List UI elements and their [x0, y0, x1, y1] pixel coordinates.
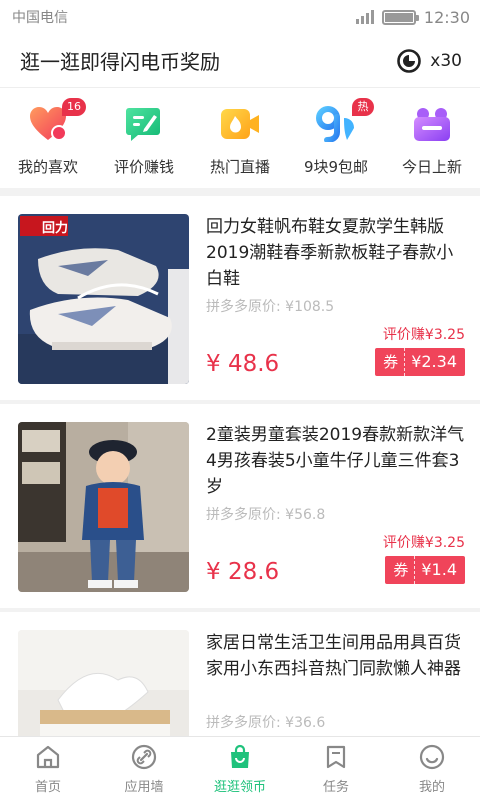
brand-logo-text: 回力 — [42, 221, 69, 236]
tab-label: 应用墙 — [124, 780, 164, 795]
tab-label: 逛逛领币 — [213, 780, 266, 795]
tab-browse-earn[interactable]: 逛逛领币 — [192, 737, 288, 800]
product-image: 回力 — [18, 214, 189, 384]
live-video-icon — [218, 102, 262, 146]
shopping-bag-icon — [226, 743, 254, 771]
coupon-amount: ¥1.4 — [421, 560, 457, 579]
battery-icon — [381, 9, 419, 25]
product-card[interactable]: 家居日常生活卫生间用品用具百货家用小东西抖音热门同款懒人神器 拼多多原价: ¥3… — [0, 612, 480, 736]
tab-label: 任务 — [322, 780, 349, 795]
quick-item-label: 今日上新 — [401, 158, 462, 176]
link-icon — [130, 743, 158, 771]
heart-icon: 16 — [26, 98, 86, 146]
favorites-badge: 16 — [62, 98, 86, 116]
quick-item-nine-nine[interactable]: 热 9块9包邮 — [288, 88, 384, 188]
tab-app-wall[interactable]: 应用墙 — [96, 737, 192, 800]
quick-item-review-earn[interactable]: 评价赚钱 — [96, 88, 192, 188]
lightning-coin-icon — [397, 48, 422, 73]
product-card[interactable]: 回力 回力女鞋帆布鞋女夏款学生韩版2019潮鞋春季新款板鞋子春款小白鞋 拼多多原… — [0, 196, 480, 400]
coupon-button[interactable]: 券 ¥2.34 — [375, 348, 465, 376]
coupon-button[interactable]: 券 ¥1.4 — [385, 556, 465, 584]
tab-label: 首页 — [34, 780, 61, 795]
page-header: 逛一逛即得闪电币奖励 x30 — [0, 34, 480, 88]
product-image — [18, 630, 189, 736]
coin-counter[interactable]: x30 — [396, 48, 462, 74]
coupon-label: 券 — [385, 556, 416, 584]
quick-item-favorites[interactable]: 16 我的喜欢 — [0, 88, 96, 188]
original-price: 拼多多原价: ¥36.6 — [206, 715, 326, 731]
review-reward: 评价赚¥3.25 — [382, 535, 465, 551]
product-feed[interactable]: 回力 回力女鞋帆布鞋女夏款学生韩版2019潮鞋春季新款板鞋子春款小白鞋 拼多多原… — [0, 196, 480, 736]
bookmark-icon — [322, 743, 350, 771]
product-title: 回力女鞋帆布鞋女夏款学生韩版2019潮鞋春季新款板鞋子春款小白鞋 — [206, 217, 454, 289]
page-title: 逛一逛即得闪电币奖励 — [20, 50, 220, 74]
quick-item-label: 热门直播 — [209, 158, 270, 176]
status-bar: 中国电信 12:30 — [0, 0, 480, 34]
product-image — [18, 422, 189, 592]
tab-label: 我的 — [418, 780, 445, 795]
quick-item-live[interactable]: 热门直播 — [192, 88, 288, 188]
review-edit-icon — [122, 102, 166, 146]
quick-item-label: 评价赚钱 — [113, 158, 174, 176]
nine-nine-icon: 热 — [314, 98, 374, 146]
quick-item-label: 9块9包邮 — [303, 158, 369, 176]
product-card[interactable]: 2童装男童套装2019春款新款洋气4男孩春装5小童牛仔儿童三件套3岁 拼多多原价… — [0, 404, 480, 608]
coupon-label: 券 — [375, 348, 406, 376]
product-price: ¥ 28.6 — [206, 559, 280, 585]
quick-item-new-arrivals[interactable]: 今日上新 — [384, 88, 480, 188]
product-price: ¥ 48.6 — [206, 351, 280, 377]
home-icon — [34, 743, 62, 771]
smiley-icon — [418, 743, 446, 771]
tab-home[interactable]: 首页 — [0, 737, 96, 800]
quick-menu: 16 我的喜欢 评价赚钱 热门直播 热 9块9包邮 今日上新 — [0, 88, 480, 188]
clock: 12:30 — [423, 7, 470, 27]
original-price: 拼多多原价: ¥56.8 — [206, 507, 326, 523]
coupon-amount: ¥2.34 — [411, 352, 457, 371]
signal-icon — [355, 10, 374, 24]
coin-count: x30 — [430, 50, 462, 71]
product-title: 家居日常生活卫生间用品用具百货家用小东西抖音热门同款懒人神器 — [206, 633, 461, 679]
quick-item-label: 我的喜欢 — [17, 158, 78, 176]
tab-tasks[interactable]: 任务 — [288, 737, 384, 800]
new-arrival-icon — [410, 102, 454, 146]
bottom-tab-bar: 首页 应用墙 逛逛领币 任务 我的 — [0, 736, 480, 800]
status-indicators: 12:30 — [355, 7, 470, 27]
carrier-name: 中国电信 — [12, 10, 68, 26]
tab-profile[interactable]: 我的 — [384, 737, 480, 800]
original-price: 拼多多原价: ¥108.5 — [206, 299, 335, 315]
hot-badge: 热 — [352, 98, 374, 116]
review-reward: 评价赚¥3.25 — [382, 327, 465, 343]
product-title: 2童装男童套装2019春款新款洋气4男孩春装5小童牛仔儿童三件套3岁 — [206, 425, 465, 497]
